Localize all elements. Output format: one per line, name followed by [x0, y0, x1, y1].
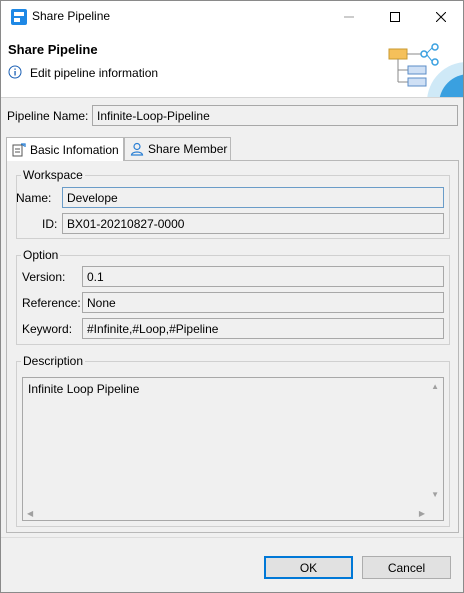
reference-label: Reference:	[22, 296, 81, 310]
minimize-button[interactable]	[326, 1, 372, 32]
tab-basic-information[interactable]: Basic Infomation	[6, 137, 124, 161]
maximize-icon	[390, 11, 400, 22]
keyword-field[interactable]: #Infinite,#Loop,#Pipeline	[82, 318, 444, 339]
ok-button[interactable]: OK	[264, 556, 353, 579]
dialog-banner: Share Pipeline Edit pipeline information	[1, 32, 463, 98]
description-textarea[interactable]: Infinite Loop Pipeline ▲ ▼ ◀ ▶	[22, 377, 444, 521]
keyword-label: Keyword:	[22, 322, 73, 336]
close-icon	[436, 11, 446, 22]
cancel-button[interactable]: Cancel	[362, 556, 451, 579]
scroll-right-icon[interactable]: ▶	[419, 509, 425, 518]
pipeline-name-label: Pipeline Name:	[7, 109, 89, 123]
description-group-title: Description	[21, 354, 86, 368]
tab-basic-information-label: Basic Infomation	[30, 142, 119, 157]
info-icon	[8, 65, 22, 79]
button-bar: OK Cancel	[1, 537, 463, 592]
workspace-group-title: Workspace	[21, 168, 85, 182]
user-icon	[130, 142, 144, 156]
scroll-down-icon[interactable]: ▼	[431, 490, 439, 499]
window-title: Share Pipeline	[32, 9, 111, 23]
pipeline-name-field[interactable]: Infinite-Loop-Pipeline	[92, 105, 458, 126]
banner-message: Edit pipeline information	[30, 66, 159, 80]
minimize-icon	[344, 16, 354, 17]
scroll-left-icon[interactable]: ◀	[27, 509, 33, 518]
workspace-id-field[interactable]: BX01-20210827-0000	[62, 213, 444, 234]
close-button[interactable]	[418, 1, 464, 32]
workspace-name-field[interactable]: Develope	[62, 187, 444, 208]
pipeline-banner-icon	[388, 43, 463, 97]
reference-field[interactable]: None	[82, 292, 444, 313]
option-group-title: Option	[21, 248, 61, 262]
maximize-button[interactable]	[372, 1, 418, 32]
workspace-id-label: ID:	[42, 217, 58, 231]
version-field[interactable]: 0.1	[82, 266, 444, 287]
title-bar[interactable]: Share Pipeline	[1, 1, 463, 32]
tab-share-member-label: Share Member	[148, 142, 228, 156]
scroll-up-icon[interactable]: ▲	[431, 382, 439, 391]
basic-information-panel: Workspace Name: Develope ID: BX01-202108…	[6, 160, 459, 533]
banner-title: Share Pipeline	[8, 42, 98, 57]
share-pipeline-dialog: Share Pipeline Share Pipeline Edit pipel…	[0, 0, 464, 593]
document-edit-icon	[12, 142, 26, 156]
version-label: Version:	[22, 270, 66, 284]
description-text: Infinite Loop Pipeline	[28, 382, 140, 396]
tab-share-member[interactable]: Share Member	[124, 137, 231, 160]
app-logo-icon	[11, 9, 27, 25]
workspace-name-label: Name:	[16, 191, 52, 205]
tab-folder: Basic Infomation Share Member Workspace …	[6, 137, 459, 533]
